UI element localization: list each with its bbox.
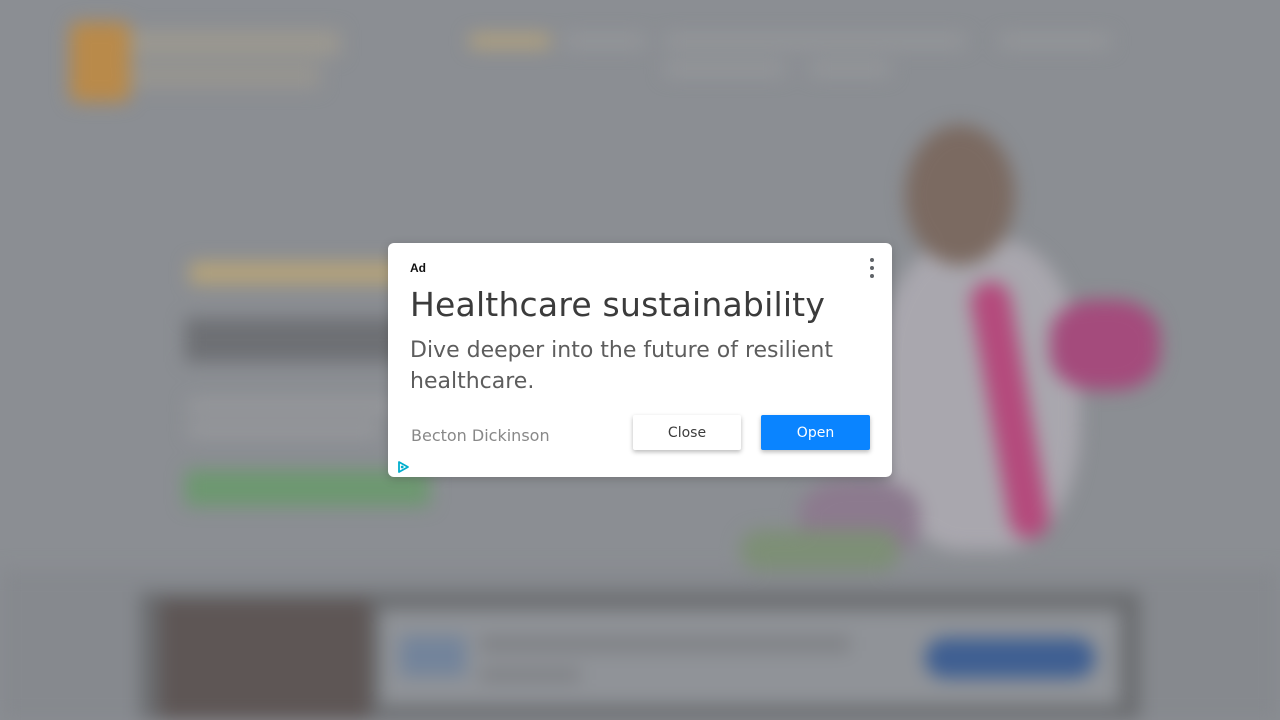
bg-nav-item bbox=[810, 62, 890, 76]
menu-dot bbox=[870, 258, 874, 262]
bg-logo bbox=[70, 22, 130, 102]
bg-nav-item bbox=[665, 62, 785, 76]
ad-advertiser[interactable]: Becton Dickinson bbox=[411, 426, 550, 445]
bg-nav-item bbox=[665, 34, 965, 48]
open-button[interactable]: Open bbox=[761, 415, 870, 450]
bg-footer-icon bbox=[400, 636, 466, 676]
bg-logo-text bbox=[130, 64, 320, 88]
bg-footer-text bbox=[480, 636, 850, 652]
bg-footer-image bbox=[160, 600, 370, 720]
menu-dot bbox=[870, 274, 874, 278]
bg-logo-text bbox=[130, 30, 340, 56]
bg-nav-item bbox=[1000, 34, 1110, 48]
adchoices-icon[interactable] bbox=[396, 460, 410, 474]
bg-hero-heading bbox=[185, 318, 405, 362]
bg-nav-item bbox=[565, 34, 645, 48]
menu-dot bbox=[870, 266, 874, 270]
bg-hero-image bbox=[905, 125, 1015, 265]
bg-footer-cta bbox=[925, 638, 1095, 678]
bg-hero-image bbox=[740, 530, 900, 570]
ad-dialog: Ad Healthcare sustainability Dive deeper… bbox=[388, 243, 892, 477]
ad-description[interactable]: Dive deeper into the future of resilient… bbox=[410, 335, 870, 397]
bg-footer-text bbox=[480, 668, 580, 682]
bg-hero-tag bbox=[190, 262, 410, 284]
bg-hero-image bbox=[1050, 300, 1160, 390]
ad-label: Ad bbox=[410, 261, 426, 275]
bg-nav-item bbox=[470, 34, 550, 48]
close-button[interactable]: Close bbox=[633, 415, 741, 450]
ad-headline[interactable]: Healthcare sustainability bbox=[410, 285, 880, 324]
bg-hero-text bbox=[188, 424, 378, 436]
more-vert-icon[interactable] bbox=[866, 258, 878, 278]
bg-hero-text bbox=[188, 400, 398, 412]
